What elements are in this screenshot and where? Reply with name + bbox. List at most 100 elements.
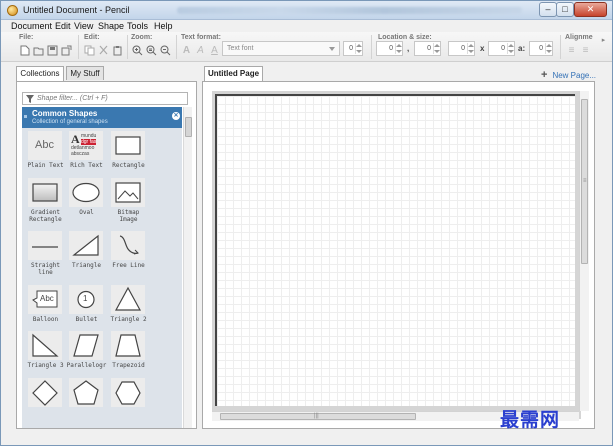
export-icon[interactable] — [61, 45, 72, 56]
xy-separator: , — [407, 44, 410, 53]
shape-label: Parallelogr — [66, 362, 107, 369]
tab-untitled-page[interactable]: Untitled Page — [204, 66, 263, 81]
triangle-3-icon — [28, 331, 62, 360]
text-underline-icon[interactable]: A — [209, 45, 220, 56]
shape-rectangle[interactable]: Rectangle — [108, 131, 153, 183]
oval-icon — [69, 178, 103, 207]
canvas-horizontal-scrollbar-thumb[interactable]: ||| — [220, 413, 416, 420]
shape-bitmap-image[interactable]: Bitmap Image — [108, 178, 153, 230]
triangle-2-icon — [111, 285, 145, 314]
minimize-button[interactable]: – — [539, 2, 557, 17]
save-icon[interactable] — [47, 45, 58, 56]
window-title: Untitled Document - Pencil — [23, 5, 130, 15]
copy-icon[interactable] — [84, 45, 95, 56]
x-position-stepper[interactable]: 0 — [376, 41, 403, 56]
collection-header[interactable]: Common Shapes Collection of general shap… — [22, 107, 182, 128]
collection-title: Common Shapes — [32, 109, 98, 118]
zoom-reset-icon[interactable] — [146, 45, 157, 56]
shape-rich-text[interactable]: Amundu dgr fas detlanmoo absczas Rich Text — [66, 131, 111, 183]
canvas-vertical-scrollbar[interactable]: ≡ — [579, 91, 589, 411]
new-document-icon[interactable] — [19, 45, 30, 56]
shape-pentagon[interactable] — [66, 378, 111, 428]
alignment-section-label: Alignme — [565, 34, 593, 41]
menu-view[interactable]: View — [74, 21, 93, 31]
menu-document[interactable]: Document — [11, 21, 52, 31]
shapes-scrollbar-thumb[interactable] — [185, 117, 192, 137]
text-bold-icon[interactable]: A — [181, 45, 192, 56]
shape-trapezoid[interactable]: Trapezoid — [108, 331, 153, 383]
angle-value: 0 — [539, 45, 543, 52]
shape-label: Trapezoid — [112, 362, 145, 369]
stepper-arrows-icon[interactable] — [355, 43, 362, 54]
shapes-scrollbar[interactable] — [183, 107, 192, 428]
height-value: 0 — [501, 45, 505, 52]
toolbar-separator — [560, 35, 561, 59]
shape-triangle-2[interactable]: Triangle 2 — [108, 285, 153, 337]
zoom-out-icon[interactable] — [160, 45, 171, 56]
open-folder-icon[interactable] — [33, 45, 44, 56]
straight-line-icon — [28, 231, 62, 260]
title-bar[interactable]: Untitled Document - Pencil – □ ✕ — [1, 1, 612, 20]
text-italic-icon[interactable]: A — [195, 45, 206, 56]
zoom-in-icon[interactable] — [132, 45, 143, 56]
close-button[interactable]: ✕ — [574, 2, 607, 17]
pencil-app-icon — [7, 5, 18, 16]
menu-tools[interactable]: Tools — [127, 21, 148, 31]
bullet-icon: 1 — [69, 285, 103, 314]
stepper-arrows-icon[interactable] — [433, 43, 440, 54]
collection-close-icon[interactable]: ✕ — [172, 112, 180, 120]
shape-label: Triangle 3 — [27, 362, 64, 369]
bitmap-image-icon — [111, 178, 145, 207]
gradient-rectangle-icon — [28, 178, 62, 207]
shape-filter-input[interactable]: Shape filter... (Ctrl + F) — [22, 92, 188, 105]
stepper-arrows-icon[interactable] — [395, 43, 402, 54]
collection-subtitle: Collection of general shapes — [32, 119, 108, 125]
more-tools-icon[interactable]: ▸ — [598, 35, 609, 46]
canvas-vertical-scrollbar-thumb[interactable]: ≡ — [581, 99, 588, 264]
shape-gradient-rectangle[interactable]: Gradient Rectangle — [25, 178, 70, 230]
shape-straight-line[interactable]: Straight line — [25, 231, 70, 283]
shape-balloon[interactable]: Abc Balloon — [25, 285, 70, 337]
cut-icon[interactable] — [98, 45, 109, 56]
shape-hexagon[interactable] — [108, 378, 153, 428]
shape-parallelogram[interactable]: Parallelogr — [66, 331, 111, 383]
menu-shape[interactable]: Shape — [98, 21, 124, 31]
width-stepper[interactable]: 0 — [448, 41, 475, 56]
page-panel: Untitled Page + New Page... ≡ ||| — [201, 65, 600, 429]
drawing-canvas[interactable] — [215, 94, 575, 406]
shape-oval[interactable]: Oval — [66, 178, 111, 230]
paste-icon[interactable] — [112, 45, 123, 56]
text-format-section-label: Text format: — [181, 34, 221, 41]
menu-help[interactable]: Help — [154, 21, 173, 31]
stepper-arrows-icon[interactable] — [467, 43, 474, 54]
shape-diamond[interactable] — [25, 378, 70, 428]
align-left-icon[interactable]: ≡ — [566, 45, 577, 56]
height-stepper[interactable]: 0 — [488, 41, 515, 56]
shape-bullet[interactable]: 1 Bullet — [66, 285, 111, 337]
new-page-button[interactable]: + New Page... — [541, 69, 601, 81]
align-right-icon[interactable]: ≡ — [580, 45, 591, 56]
shape-label: Straight line — [31, 262, 60, 276]
balloon-preview-text: Abc — [40, 294, 54, 303]
font-size-stepper[interactable]: 0 — [343, 41, 363, 56]
page-body: ≡ ||| — [202, 81, 595, 429]
tab-collections[interactable]: Collections — [16, 66, 64, 81]
collapse-marker-icon[interactable] — [24, 115, 27, 118]
menu-edit[interactable]: Edit — [55, 21, 71, 31]
shape-label: Free Line — [112, 262, 145, 269]
angle-stepper[interactable]: 0 — [529, 41, 553, 56]
balloon-icon: Abc — [28, 285, 62, 314]
shape-free-line[interactable]: Free Line — [108, 231, 153, 283]
tab-my-stuff[interactable]: My Stuff — [66, 66, 104, 80]
triangle-icon — [69, 231, 103, 260]
stepper-arrows-icon[interactable] — [507, 43, 514, 54]
y-position-stepper[interactable]: 0 — [414, 41, 441, 56]
shape-label: Rich Text — [70, 162, 103, 169]
stepper-arrows-icon[interactable] — [545, 43, 552, 54]
shape-triangle[interactable]: Triangle — [66, 231, 111, 283]
shape-plain-text[interactable]: Abc Plain Text — [25, 131, 70, 183]
shape-triangle-3[interactable]: Triangle 3 — [25, 331, 70, 383]
toolbar-separator — [78, 35, 79, 59]
maximize-button[interactable]: □ — [556, 2, 574, 17]
font-family-select[interactable]: Text font — [222, 41, 340, 56]
